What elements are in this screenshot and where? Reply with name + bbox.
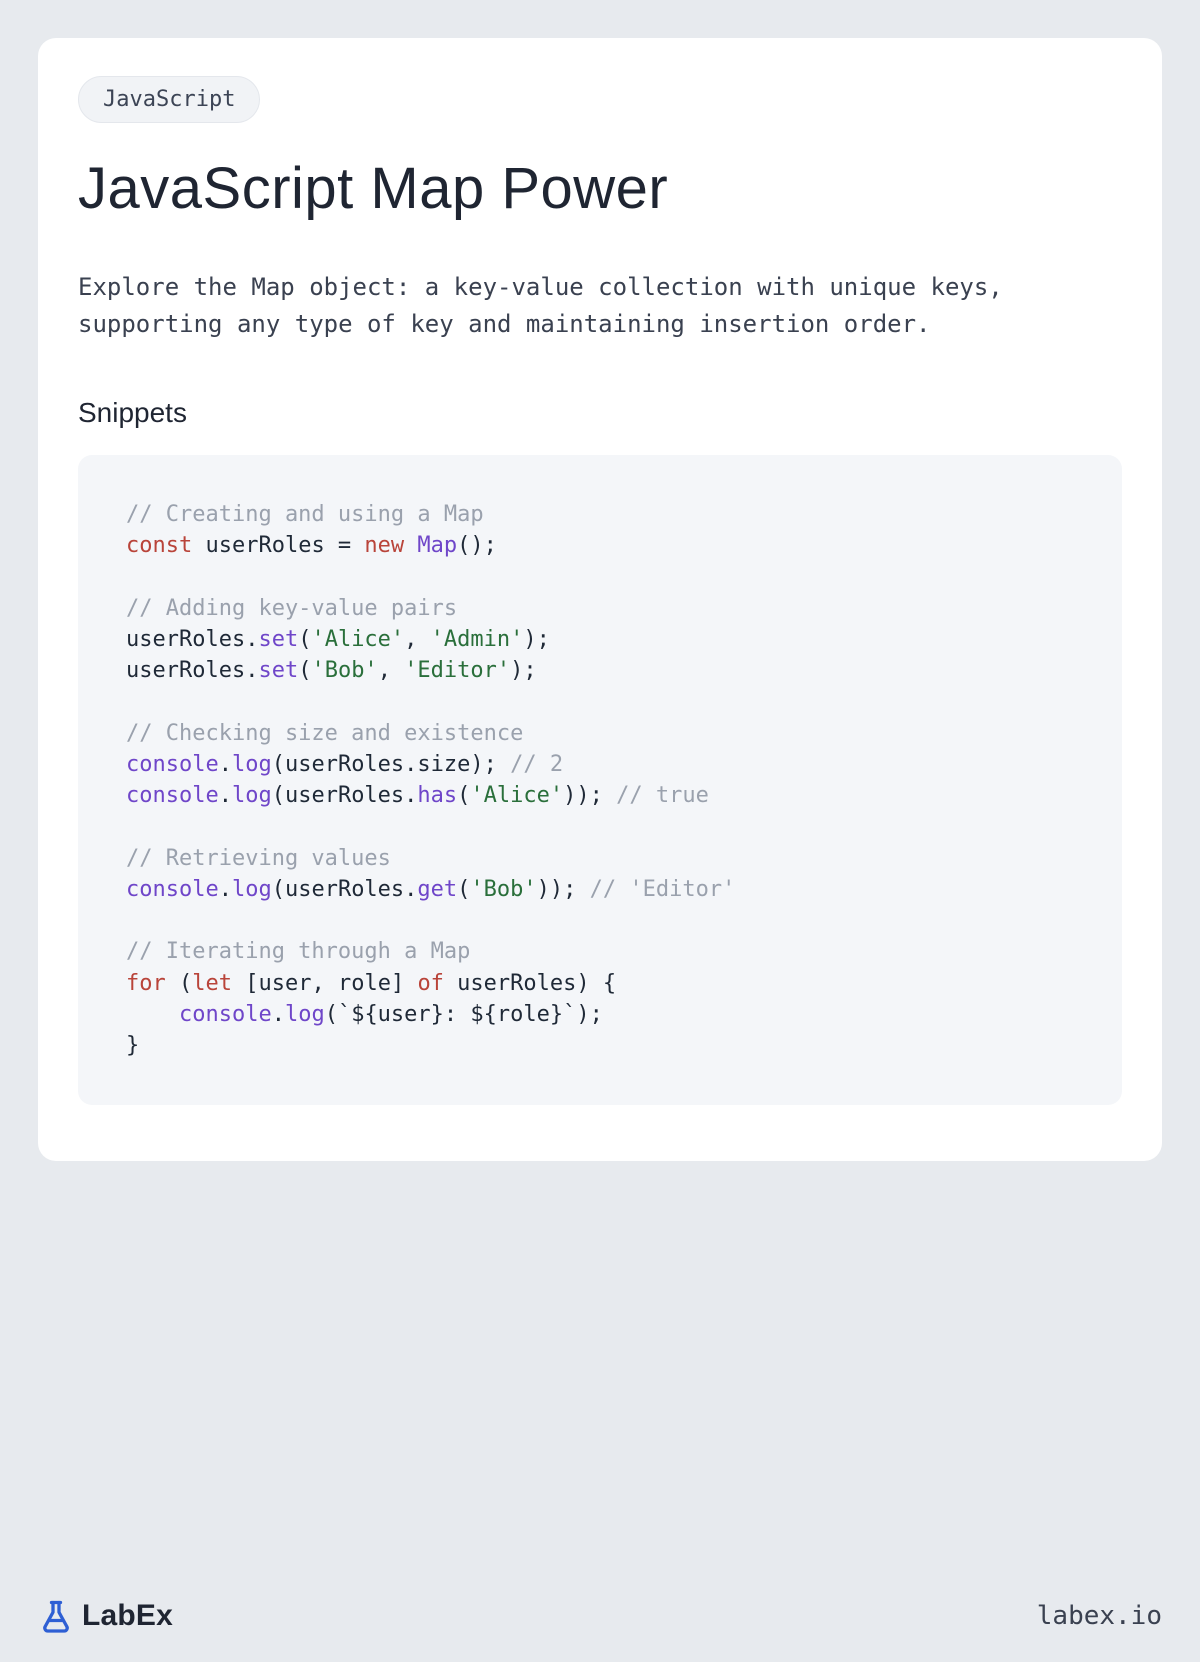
code-token: of [417, 971, 444, 996]
code-token: userRoles. [126, 658, 258, 683]
code-token: // Creating and using a Map [126, 502, 484, 527]
code-token: (); [457, 533, 497, 558]
code-token: ); [523, 627, 550, 652]
code-token: // true [616, 783, 709, 808]
footer: LabEx labex.io [38, 1598, 1162, 1634]
brand: LabEx [38, 1598, 173, 1634]
code-token: ( [298, 627, 311, 652]
description: Explore the Map object: a key-value coll… [78, 269, 1078, 343]
code-token: 'Bob' [470, 877, 536, 902]
code-token: userRoles) { [444, 971, 616, 996]
code-token: , [404, 627, 431, 652]
code-token: log [232, 752, 272, 777]
code-token: for [126, 971, 166, 996]
code-token: const [126, 533, 192, 558]
code-token: . [219, 783, 232, 808]
code-token: . [219, 877, 232, 902]
code-token: 'Admin' [431, 627, 524, 652]
code-snippet: // Creating and using a Map const userRo… [78, 455, 1122, 1105]
code-token: userRoles = [192, 533, 364, 558]
code-token: log [232, 877, 272, 902]
code-token: userRoles. [126, 627, 258, 652]
site-url: labex.io [1037, 1601, 1162, 1631]
code-token: // Iterating through a Map [126, 939, 470, 964]
code-token: (userRoles. [272, 877, 418, 902]
code-token: ( [457, 783, 470, 808]
code-token: ( [166, 971, 193, 996]
code-token: // Adding key-value pairs [126, 596, 457, 621]
code-token: get [417, 877, 457, 902]
code-token: } [126, 1033, 139, 1058]
code-token: set [258, 658, 298, 683]
code-token: 'Alice' [470, 783, 563, 808]
code-token: Map [417, 533, 457, 558]
code-token [404, 533, 417, 558]
code-token [126, 1002, 179, 1027]
code-token: has [417, 783, 457, 808]
code-token: let [192, 971, 232, 996]
code-token: 'Editor' [404, 658, 510, 683]
code-token: [user, role] [232, 971, 417, 996]
code-token: 'Alice' [311, 627, 404, 652]
code-token: log [232, 783, 272, 808]
code-token: (userRoles.size); [272, 752, 510, 777]
code-token: . [219, 752, 232, 777]
code-token: console [126, 752, 219, 777]
content-card: JavaScript JavaScript Map Power Explore … [38, 38, 1162, 1161]
code-token: 'Bob' [311, 658, 377, 683]
code-token: )); [563, 783, 616, 808]
page-title: JavaScript Map Power [78, 157, 1122, 221]
code-token: ); [510, 658, 537, 683]
code-token: (`${user}: ${role}`); [325, 1002, 603, 1027]
language-badge: JavaScript [78, 76, 260, 123]
code-token: . [272, 1002, 285, 1027]
code-token: new [364, 533, 404, 558]
code-token: // Checking size and existence [126, 721, 523, 746]
snippets-heading: Snippets [78, 397, 1122, 429]
code-token: ( [298, 658, 311, 683]
code-token: , [378, 658, 405, 683]
code-token: console [126, 783, 219, 808]
code-token: )); [537, 877, 590, 902]
code-token: log [285, 1002, 325, 1027]
code-token: ( [457, 877, 470, 902]
code-token: console [179, 1002, 272, 1027]
code-token: console [126, 877, 219, 902]
code-token: // 2 [510, 752, 563, 777]
flask-icon [38, 1598, 74, 1634]
brand-name: LabEx [82, 1599, 173, 1633]
code-token: // Retrieving values [126, 846, 391, 871]
code-token: (userRoles. [272, 783, 418, 808]
code-token: // 'Editor' [590, 877, 736, 902]
code-token: set [258, 627, 298, 652]
